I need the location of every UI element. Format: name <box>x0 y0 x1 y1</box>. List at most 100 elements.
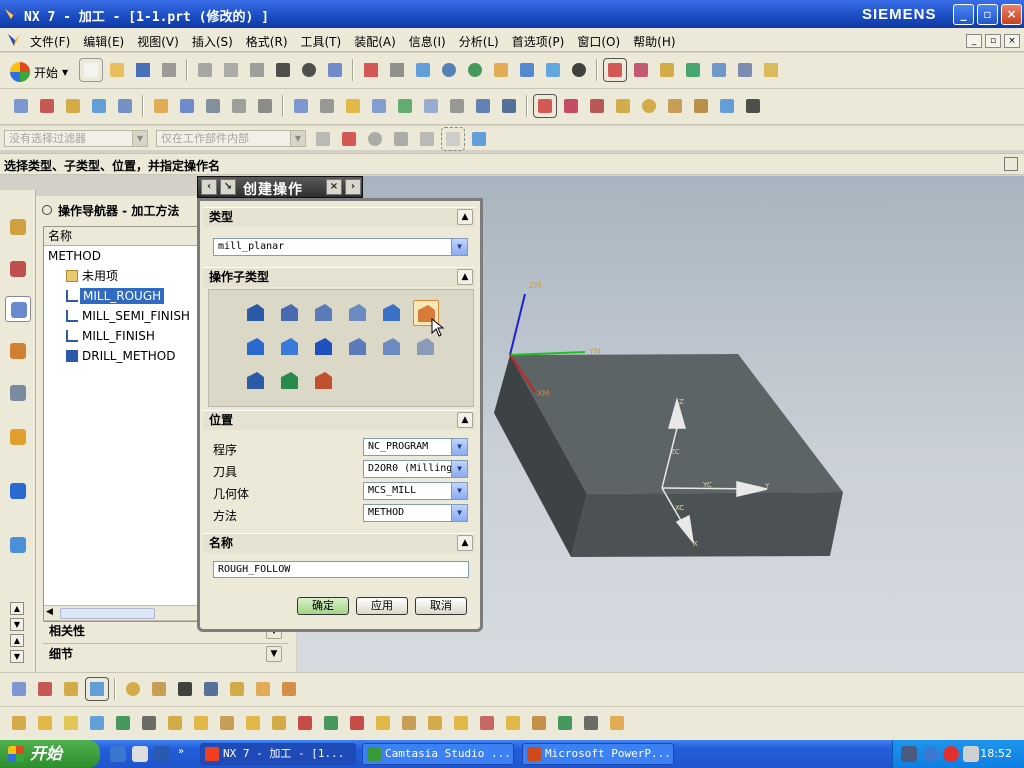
rectangle-select-icon[interactable] <box>441 127 465 151</box>
windows-start-button[interactable]: 开始 <box>0 740 100 768</box>
workpiece-icon[interactable] <box>716 95 738 117</box>
details-section[interactable]: 细节 ▼ <box>43 643 288 664</box>
unite-icon[interactable] <box>8 712 30 734</box>
create-tool-icon[interactable] <box>36 95 58 117</box>
window-title-bar[interactable]: NX 7 - 加工 - [1-1.prt (修改的) ] SIEMENS _ ▫… <box>0 0 1024 28</box>
task-powerpoint[interactable]: Microsoft PowerP... <box>522 743 674 765</box>
create-method-icon[interactable] <box>88 95 110 117</box>
rib-icon[interactable] <box>476 712 498 734</box>
mirror-icon[interactable] <box>268 712 290 734</box>
output-cls-icon[interactable] <box>446 95 468 117</box>
menu-item[interactable]: 首选项(P) <box>512 33 565 50</box>
postprocess-icon[interactable] <box>734 59 756 81</box>
snap-end-icon[interactable] <box>364 128 386 150</box>
planar-profile-icon[interactable] <box>379 300 405 326</box>
filter-icon[interactable] <box>312 128 334 150</box>
menu-item[interactable]: 编辑(E) <box>83 33 124 50</box>
geometry-dropdown[interactable]: MCS_MILL ▼ <box>363 482 468 500</box>
new-file-icon[interactable] <box>79 58 103 82</box>
program-order-view-icon[interactable] <box>290 95 312 117</box>
apply-button[interactable]: 应用 <box>356 597 408 615</box>
scope-filter-combo[interactable]: 仅在工作部件内部 ▼ <box>156 130 306 147</box>
point-icon[interactable] <box>174 678 196 700</box>
pattern-icon[interactable] <box>320 712 342 734</box>
split-body-icon[interactable] <box>190 712 212 734</box>
planar-mill-icon[interactable] <box>345 300 371 326</box>
name-group-header[interactable]: 名称 ▲ <box>203 533 475 553</box>
scale-icon[interactable] <box>528 712 550 734</box>
chain-icon[interactable] <box>148 678 170 700</box>
task-camtasia[interactable]: Camtasia Studio ... <box>362 743 514 765</box>
cylinder-icon[interactable] <box>226 678 248 700</box>
mill-control-icon[interactable] <box>277 368 303 394</box>
render-style-icon[interactable] <box>568 59 590 81</box>
chevron-up-icon[interactable]: ▲ <box>457 269 473 285</box>
simulate-icon[interactable] <box>708 59 730 81</box>
planar-text-icon[interactable] <box>243 368 269 394</box>
machine-tool-view-icon[interactable] <box>316 95 338 117</box>
tray-back-icon[interactable] <box>923 746 939 762</box>
delete-icon[interactable] <box>272 59 294 81</box>
delete-object-icon[interactable] <box>742 95 764 117</box>
menu-item[interactable]: 分析(L) <box>459 33 499 50</box>
horizontal-scrollbar[interactable]: ◀ <box>44 605 202 621</box>
task-nx[interactable]: NX 7 - 加工 - [1... <box>200 743 356 765</box>
chevron-down-icon[interactable]: ▼ <box>266 646 282 662</box>
menu-item[interactable]: 帮助(H) <box>633 33 675 50</box>
extrude-icon[interactable] <box>60 678 82 700</box>
selection-icon[interactable] <box>324 59 346 81</box>
quicklaunch-chevron-icon[interactable]: » <box>178 746 184 757</box>
show-desktop-icon[interactable] <box>132 746 148 762</box>
print-icon[interactable] <box>158 59 180 81</box>
wcs-icon[interactable] <box>603 58 627 82</box>
type-group-header[interactable]: 类型 ▲ <box>203 207 475 227</box>
tree-row-method[interactable]: METHOD <box>44 246 202 266</box>
create-program-icon[interactable] <box>10 95 32 117</box>
forward-arrow-icon[interactable]: › <box>345 179 361 195</box>
copy-icon[interactable] <box>220 59 242 81</box>
scroll-thumb[interactable] <box>60 608 155 619</box>
snap-point-icon[interactable] <box>338 128 360 150</box>
pan-icon[interactable] <box>490 59 512 81</box>
undo-icon[interactable] <box>298 59 320 81</box>
media-player-icon[interactable] <box>154 746 170 762</box>
measure-icon[interactable] <box>760 59 782 81</box>
wcs-origin-icon[interactable] <box>630 59 652 81</box>
edit-object-icon[interactable] <box>560 95 582 117</box>
volume-icon[interactable] <box>963 746 979 762</box>
tree-row-mill-rough[interactable]: MILL_ROUGH <box>44 286 202 306</box>
intersect-icon[interactable] <box>60 712 82 734</box>
assembly-navigator-icon[interactable] <box>5 214 31 240</box>
reuse-library-icon[interactable] <box>5 380 31 406</box>
mdi-restore-button[interactable]: ▫ <box>985 34 1001 48</box>
spline-icon[interactable] <box>200 678 222 700</box>
chevron-up-icon[interactable]: ▲ <box>457 412 473 428</box>
shop-doc-icon[interactable] <box>420 95 442 117</box>
orient-view-icon[interactable] <box>542 59 564 81</box>
info-window-icon[interactable] <box>5 478 31 504</box>
scroll-down-icon[interactable]: ▼ <box>10 618 24 631</box>
tree-row-mill-finish[interactable]: MILL_FINISH <box>44 326 202 346</box>
close-icon[interactable]: × <box>326 179 342 195</box>
replay-toolpath-icon[interactable] <box>176 95 198 117</box>
cut-object-icon[interactable] <box>586 95 608 117</box>
subtract-icon[interactable] <box>34 712 56 734</box>
snap-center-icon[interactable] <box>416 128 438 150</box>
feature-icon[interactable] <box>122 678 144 700</box>
more-features-icon[interactable] <box>278 678 300 700</box>
mdi-close-button[interactable]: × <box>1004 34 1020 48</box>
verify-icon[interactable] <box>682 59 704 81</box>
tree-row-unused[interactable]: 未用项 <box>44 266 202 286</box>
move-face-icon[interactable] <box>294 712 316 734</box>
dialog-title-bar[interactable]: ‹ ↘ 创建操作 × › <box>197 176 363 198</box>
ie-icon[interactable] <box>110 746 126 762</box>
nx-menu-icon[interactable] <box>6 32 22 48</box>
geometry-view-icon[interactable] <box>342 95 364 117</box>
part-select-icon[interactable] <box>468 128 490 150</box>
generate-toolpath-icon[interactable] <box>150 95 172 117</box>
tool-path-display-icon[interactable] <box>498 95 520 117</box>
save-icon[interactable] <box>132 59 154 81</box>
sketch-icon[interactable] <box>8 678 30 700</box>
machine-tool-navigator-icon[interactable] <box>5 338 31 364</box>
paste-object-icon[interactable] <box>612 95 634 117</box>
